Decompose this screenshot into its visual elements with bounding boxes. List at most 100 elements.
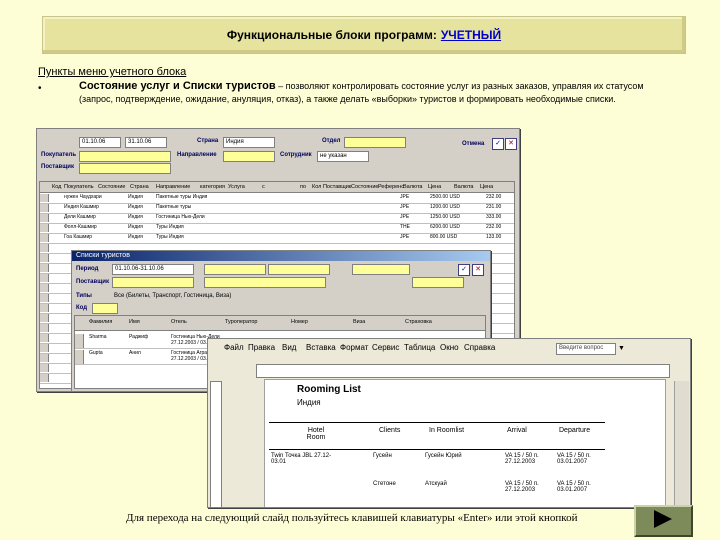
employee-field[interactable]: не указан [317,151,369,162]
col-header: Кол [312,184,322,190]
menu-help[interactable]: Справка [464,343,495,352]
direction-field[interactable] [223,151,275,162]
row-selector[interactable] [40,314,49,322]
vertical-scrollbar[interactable] [674,381,689,507]
col-header: Покупатель [64,184,94,190]
row-selector[interactable] [40,374,49,382]
period-field[interactable]: 01.10.06-31.10.06 [112,264,194,275]
row-selector[interactable] [40,284,49,292]
row-selector[interactable] [40,334,49,342]
menu-table[interactable]: Таблица [404,343,435,352]
col-header: Код [52,184,62,190]
table-row[interactable]: Фолл-Кашмир Индия Туры Индия THE 6200.00… [40,224,514,234]
cell: JPE [400,204,410,210]
col-header: Фамилия [89,319,113,325]
close-icon[interactable]: ✕ [505,138,517,150]
row-selector[interactable] [40,194,49,202]
table-row[interactable]: нужен Чаудхари Индия Пакетные туры Индия… [40,194,514,204]
help-search-placeholder: Введите вопрос [559,345,604,351]
row-selector[interactable] [40,224,49,232]
code-field[interactable] [92,303,118,314]
menu-window[interactable]: Окно [440,343,459,352]
help-dropdown-icon[interactable]: ▼ [618,345,625,352]
col-header: Виза [353,319,366,325]
cell: JPE [400,214,410,220]
cell: Анил [129,350,141,356]
help-search-input[interactable]: Введите вопрос [556,343,616,355]
menu-insert[interactable]: Вставка [306,343,336,352]
row-selector[interactable] [40,304,49,312]
cell: Фолл-Кашмир [64,224,97,230]
col-header: Номер [291,319,308,325]
slide-title-link[interactable]: УЧЕТНЫЙ [441,28,501,42]
col-header: с [262,184,265,190]
table-row[interactable]: Гоа Кашмир Индия Туры Индия JPE 800.00 U… [40,234,514,244]
row-selector[interactable] [40,294,49,302]
row-selector[interactable] [40,214,49,222]
cell: Пакетные туры Индия [156,194,208,200]
field-3[interactable] [352,264,410,275]
row-selector[interactable] [40,244,49,252]
date-from-field[interactable]: 01.10.06 [79,137,121,148]
row-selector[interactable] [75,334,84,348]
row-selector[interactable] [40,254,49,262]
bullet-text-bold: Состояние услуг и Списки туристов [79,80,276,92]
country-field[interactable]: Индия [223,137,275,148]
row-selector[interactable] [75,350,84,364]
cell: Атскуай [425,481,447,487]
buyer-field[interactable] [79,151,171,162]
cell: 231.00 [486,204,502,210]
row-selector[interactable] [40,354,49,362]
table-row[interactable]: Дели Кашмир Индия Гостиница Нью-Дели JPE… [40,214,514,224]
cell: Стетоне [373,481,396,487]
row-selector[interactable] [40,264,49,272]
vertical-ruler[interactable] [210,381,222,507]
word-window: Файл Правка Вид Вставка Формат Сервис Та… [207,338,691,508]
check-icon[interactable]: ✓ [492,138,504,150]
col-header: по [300,184,307,190]
employee-value: не указан [320,153,347,159]
field-5[interactable] [412,277,464,288]
field-1[interactable] [204,264,266,275]
col-header: Страна [130,184,149,190]
next-arrow-icon [654,510,672,528]
supplier-field[interactable] [79,163,171,174]
footer-instruction: Для перехода на следующий слайд пользуйт… [126,512,578,524]
table-row: Стетоне Атскуай VA 15 / 50 п. 27.12.2003… [269,481,605,505]
row-selector[interactable] [40,364,49,372]
row-selector[interactable] [40,204,49,212]
row-selector[interactable] [40,234,49,242]
cell: Индия [128,214,143,220]
table-row[interactable]: Индия Кашмир Индия Пакетные туры JPE 120… [40,204,514,214]
row-selector[interactable] [40,324,49,332]
col-header: Направление [156,184,191,190]
check-icon[interactable]: ✓ [458,264,470,276]
horizontal-ruler[interactable] [256,364,670,378]
document-page[interactable]: Rooming List Индия Hotel Room Clients In… [264,379,666,507]
doc-title: Rooming List [297,384,361,395]
section-heading: Пункты меню учетного блока [38,66,187,78]
window-titlebar [37,129,519,133]
label-period: Период [76,266,99,272]
close-icon[interactable]: ✕ [472,264,484,276]
col-header: Страховка [405,319,432,325]
department-field[interactable] [344,137,406,148]
date-to-field[interactable]: 31.10.06 [125,137,167,148]
menu-tools[interactable]: Сервис [372,343,399,352]
slide-title: Функциональные блоки программ: УЧЕТНЫЙ [42,16,686,54]
row-selector[interactable] [40,344,49,352]
field-2[interactable] [268,264,330,275]
supplier-field[interactable] [112,277,194,288]
cell: JPE [400,194,410,200]
menu-format[interactable]: Формат [340,343,368,352]
menu-edit[interactable]: Правка [248,343,275,352]
next-slide-button[interactable] [634,505,693,537]
field-4[interactable] [204,277,326,288]
cell: Индия [128,194,143,200]
menu-file[interactable]: Файл [224,343,244,352]
col-header: категория [200,184,226,190]
menu-view[interactable]: Вид [282,343,296,352]
date-from-value: 01.10.06 [82,139,106,145]
cell: Sharma [89,334,107,340]
row-selector[interactable] [40,274,49,282]
